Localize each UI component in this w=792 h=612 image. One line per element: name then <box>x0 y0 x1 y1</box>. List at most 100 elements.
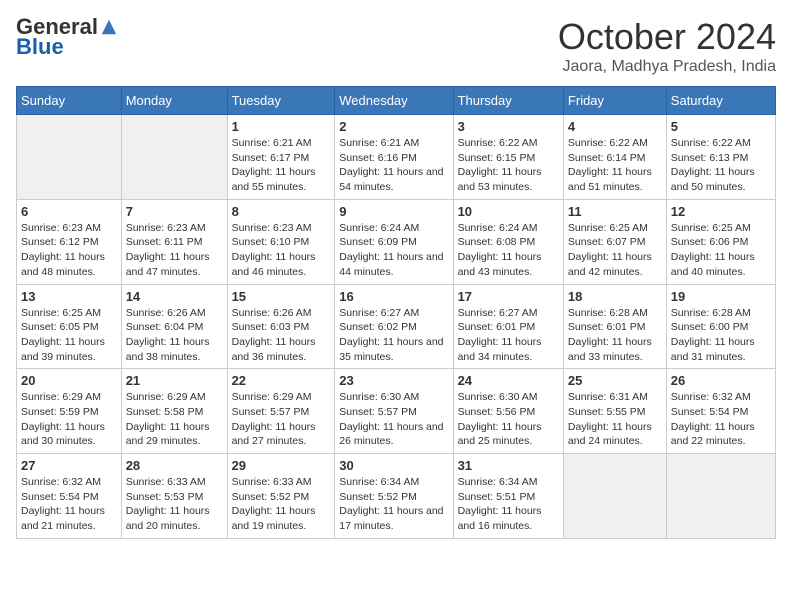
day-number: 29 <box>232 458 331 473</box>
calendar-week-row: 6 Sunrise: 6:23 AMSunset: 6:12 PMDaylight… <box>17 199 776 284</box>
day-info: Sunrise: 6:28 AMSunset: 6:01 PMDaylight:… <box>568 306 662 365</box>
calendar-cell: 28 Sunrise: 6:33 AMSunset: 5:53 PMDayligh… <box>121 454 227 539</box>
location-text: Jaora, Madhya Pradesh, India <box>558 58 776 76</box>
day-number: 14 <box>126 289 223 304</box>
calendar-cell: 1Sunrise: 6:21 AMSunset: 6:17 PMDaylight… <box>227 115 335 200</box>
day-number: 8 <box>232 204 331 219</box>
calendar-cell: 11 Sunrise: 6:25 AMSunset: 6:07 PMDayligh… <box>563 199 666 284</box>
calendar-cell: 8 Sunrise: 6:23 AMSunset: 6:10 PMDaylight… <box>227 199 335 284</box>
day-number: 28 <box>126 458 223 473</box>
day-number: 30 <box>339 458 448 473</box>
day-number: 7 <box>126 204 223 219</box>
month-title: October 2024 <box>558 16 776 58</box>
page-header: General Blue October 2024 Jaora, Madhya … <box>16 16 776 76</box>
day-number: 9 <box>339 204 448 219</box>
day-info: Sunrise: 6:22 AMSunset: 6:14 PMDaylight:… <box>568 136 662 195</box>
day-number: 26 <box>671 373 771 388</box>
calendar-cell: 12 Sunrise: 6:25 AMSunset: 6:06 PMDayligh… <box>666 199 775 284</box>
day-number: 17 <box>458 289 559 304</box>
day-info: Sunrise: 6:30 AMSunset: 5:57 PMDaylight:… <box>339 390 448 449</box>
day-info: Sunrise: 6:33 AMSunset: 5:52 PMDaylight:… <box>232 475 331 534</box>
day-info: Sunrise: 6:24 AMSunset: 6:08 PMDaylight:… <box>458 221 559 280</box>
calendar-cell: 17 Sunrise: 6:27 AMSunset: 6:01 PMDayligh… <box>453 284 563 369</box>
calendar-header-row: SundayMondayTuesdayWednesdayThursdayFrid… <box>17 87 776 115</box>
day-number: 11 <box>568 204 662 219</box>
calendar-cell: 10 Sunrise: 6:24 AMSunset: 6:08 PMDayligh… <box>453 199 563 284</box>
weekday-header: Sunday <box>17 87 122 115</box>
day-info: Sunrise: 6:22 AMSunset: 6:13 PMDaylight:… <box>671 136 771 195</box>
calendar-cell: 5 Sunrise: 6:22 AMSunset: 6:13 PMDaylight… <box>666 115 775 200</box>
calendar-cell: 31Sunrise: 6:34 AMSunset: 5:51 PMDayligh… <box>453 454 563 539</box>
weekday-header: Saturday <box>666 87 775 115</box>
calendar-cell: 16 Sunrise: 6:27 AMSunset: 6:02 PMDayligh… <box>335 284 453 369</box>
day-info: Sunrise: 6:27 AMSunset: 6:02 PMDaylight:… <box>339 306 448 365</box>
calendar-cell: 23 Sunrise: 6:30 AMSunset: 5:57 PMDayligh… <box>335 369 453 454</box>
day-info: Sunrise: 6:29 AMSunset: 5:58 PMDaylight:… <box>126 390 223 449</box>
day-number: 12 <box>671 204 771 219</box>
day-info: Sunrise: 6:27 AMSunset: 6:01 PMDaylight:… <box>458 306 559 365</box>
calendar-cell: 15 Sunrise: 6:26 AMSunset: 6:03 PMDayligh… <box>227 284 335 369</box>
calendar-week-row: 1Sunrise: 6:21 AMSunset: 6:17 PMDaylight… <box>17 115 776 200</box>
weekday-header: Thursday <box>453 87 563 115</box>
day-number: 16 <box>339 289 448 304</box>
calendar-cell: 27Sunrise: 6:32 AMSunset: 5:54 PMDayligh… <box>17 454 122 539</box>
logo: General Blue <box>16 16 118 60</box>
day-number: 19 <box>671 289 771 304</box>
calendar-cell: 7 Sunrise: 6:23 AMSunset: 6:11 PMDaylight… <box>121 199 227 284</box>
day-info: Sunrise: 6:31 AMSunset: 5:55 PMDaylight:… <box>568 390 662 449</box>
day-number: 10 <box>458 204 559 219</box>
calendar-cell: 4Sunrise: 6:22 AMSunset: 6:14 PMDaylight… <box>563 115 666 200</box>
day-info: Sunrise: 6:33 AMSunset: 5:53 PMDaylight:… <box>126 475 223 534</box>
day-info: Sunrise: 6:26 AMSunset: 6:04 PMDaylight:… <box>126 306 223 365</box>
calendar-cell: 21 Sunrise: 6:29 AMSunset: 5:58 PMDayligh… <box>121 369 227 454</box>
weekday-header: Monday <box>121 87 227 115</box>
day-info: Sunrise: 6:21 AMSunset: 6:16 PMDaylight:… <box>339 136 448 195</box>
day-info: Sunrise: 6:30 AMSunset: 5:56 PMDaylight:… <box>458 390 559 449</box>
calendar-cell: 24Sunrise: 6:30 AMSunset: 5:56 PMDayligh… <box>453 369 563 454</box>
day-info: Sunrise: 6:26 AMSunset: 6:03 PMDaylight:… <box>232 306 331 365</box>
day-number: 20 <box>21 373 117 388</box>
weekday-header: Friday <box>563 87 666 115</box>
day-number: 13 <box>21 289 117 304</box>
calendar-cell: 6 Sunrise: 6:23 AMSunset: 6:12 PMDaylight… <box>17 199 122 284</box>
calendar-cell: 9 Sunrise: 6:24 AMSunset: 6:09 PMDaylight… <box>335 199 453 284</box>
calendar-cell: 18 Sunrise: 6:28 AMSunset: 6:01 PMDayligh… <box>563 284 666 369</box>
calendar-cell: 14 Sunrise: 6:26 AMSunset: 6:04 PMDayligh… <box>121 284 227 369</box>
title-block: October 2024 Jaora, Madhya Pradesh, Indi… <box>558 16 776 76</box>
day-info: Sunrise: 6:23 AMSunset: 6:11 PMDaylight:… <box>126 221 223 280</box>
day-info: Sunrise: 6:25 AMSunset: 6:05 PMDaylight:… <box>21 306 117 365</box>
day-number: 5 <box>671 119 771 134</box>
day-number: 25 <box>568 373 662 388</box>
day-number: 3 <box>458 119 559 134</box>
calendar-week-row: 20 Sunrise: 6:29 AMSunset: 5:59 PMDayligh… <box>17 369 776 454</box>
day-number: 18 <box>568 289 662 304</box>
day-info: Sunrise: 6:29 AMSunset: 5:59 PMDaylight:… <box>21 390 117 449</box>
day-info: Sunrise: 6:34 AMSunset: 5:52 PMDaylight:… <box>339 475 448 534</box>
logo-blue-text: Blue <box>16 34 64 60</box>
day-info: Sunrise: 6:23 AMSunset: 6:12 PMDaylight:… <box>21 221 117 280</box>
day-number: 15 <box>232 289 331 304</box>
day-number: 22 <box>232 373 331 388</box>
calendar-week-row: 27Sunrise: 6:32 AMSunset: 5:54 PMDayligh… <box>17 454 776 539</box>
calendar-cell: 25 Sunrise: 6:31 AMSunset: 5:55 PMDayligh… <box>563 369 666 454</box>
day-info: Sunrise: 6:24 AMSunset: 6:09 PMDaylight:… <box>339 221 448 280</box>
weekday-header: Wednesday <box>335 87 453 115</box>
calendar-cell: 3Sunrise: 6:22 AMSunset: 6:15 PMDaylight… <box>453 115 563 200</box>
calendar-cell <box>666 454 775 539</box>
day-info: Sunrise: 6:23 AMSunset: 6:10 PMDaylight:… <box>232 221 331 280</box>
day-info: Sunrise: 6:25 AMSunset: 6:06 PMDaylight:… <box>671 221 771 280</box>
day-number: 2 <box>339 119 448 134</box>
calendar-cell <box>121 115 227 200</box>
day-info: Sunrise: 6:25 AMSunset: 6:07 PMDaylight:… <box>568 221 662 280</box>
day-info: Sunrise: 6:21 AMSunset: 6:17 PMDaylight:… <box>232 136 331 195</box>
day-info: Sunrise: 6:32 AMSunset: 5:54 PMDaylight:… <box>671 390 771 449</box>
day-number: 23 <box>339 373 448 388</box>
day-info: Sunrise: 6:28 AMSunset: 6:00 PMDaylight:… <box>671 306 771 365</box>
day-number: 6 <box>21 204 117 219</box>
calendar-cell <box>563 454 666 539</box>
calendar-week-row: 13 Sunrise: 6:25 AMSunset: 6:05 PMDayligh… <box>17 284 776 369</box>
day-number: 21 <box>126 373 223 388</box>
weekday-header: Tuesday <box>227 87 335 115</box>
day-info: Sunrise: 6:32 AMSunset: 5:54 PMDaylight:… <box>21 475 117 534</box>
calendar-cell <box>17 115 122 200</box>
